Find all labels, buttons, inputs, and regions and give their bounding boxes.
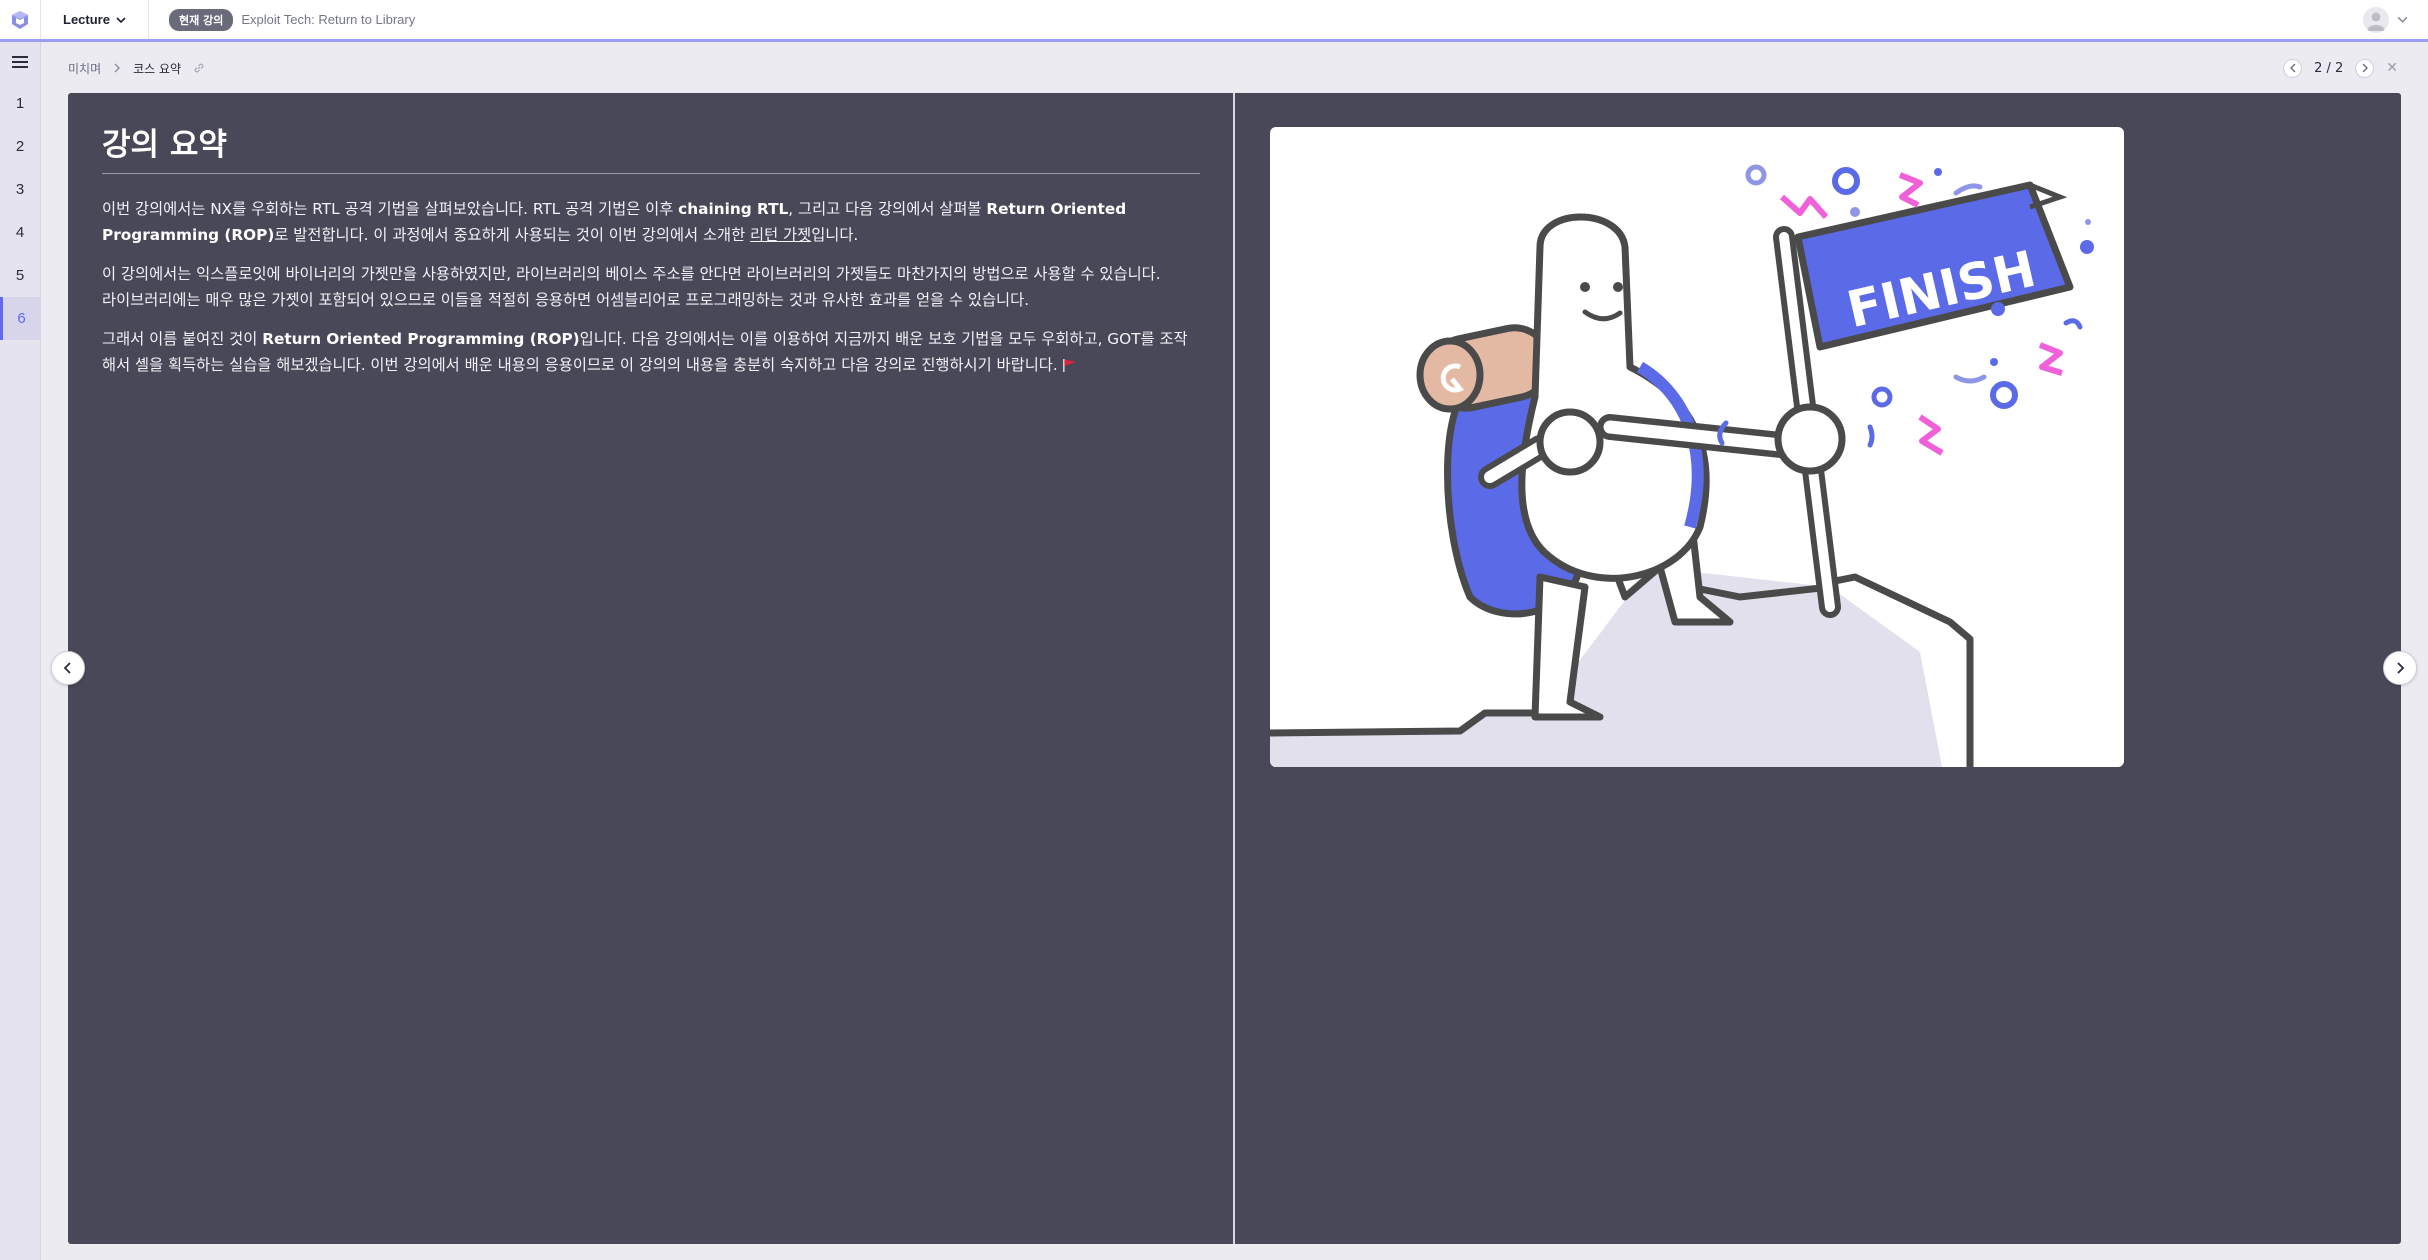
chevron-right-icon	[2397, 662, 2405, 674]
lecture-dropdown-label: Lecture	[63, 12, 110, 27]
prev-slide-button[interactable]	[51, 651, 85, 685]
top-bar: Lecture 현재 강의 Exploit Tech: Return to Li…	[0, 0, 2428, 42]
text-span: 이번 강의에서는 NX를 우회하는 RTL 공격 기법을 살펴보았습니다. RT…	[102, 200, 679, 218]
close-icon[interactable]: ✕	[2386, 60, 2398, 76]
slide-nav-rail: 1 2 3 4 5 6	[0, 42, 41, 1260]
breadcrumb: 미치며 코스 요약	[68, 58, 205, 78]
text-span: 그래서 이름 붙여진 것이	[102, 330, 263, 348]
summary-paragraph-3: 그래서 이름 붙여진 것이 Return Oriented Programmin…	[102, 326, 1200, 378]
text-span: 라이브러리에는 매우 많은 가젯이 포함되어 있으므로 이들을 적절히 응용하면…	[102, 291, 1030, 309]
red-flag-icon	[1062, 359, 1076, 372]
current-lecture-title: Exploit Tech: Return to Library	[241, 12, 416, 27]
hamburger-menu-icon	[12, 56, 28, 68]
rail-item-1[interactable]: 1	[0, 82, 40, 125]
finish-illustration: FINISH	[1270, 127, 2124, 767]
rail-item-4[interactable]: 4	[0, 211, 40, 254]
link-icon[interactable]	[193, 62, 205, 74]
rail-item-3[interactable]: 3	[0, 168, 40, 211]
text-bold: chaining RTL	[678, 200, 789, 218]
chevron-left-icon	[63, 662, 71, 674]
breadcrumb-item[interactable]: 미치며	[68, 60, 101, 77]
return-gadget-link[interactable]: 리턴 가젯	[750, 226, 811, 244]
logo[interactable]	[0, 0, 41, 39]
breadcrumb-current: 코스 요약	[133, 61, 182, 76]
user-icon	[2367, 12, 2385, 31]
chevron-left-icon	[2289, 63, 2296, 73]
chevron-down-icon	[2397, 16, 2408, 23]
lecture-dropdown[interactable]: Lecture	[41, 0, 149, 39]
text-span: 이 강의에서는 익스플로잇에 바이너리의 가젯만을 사용하였지만, 라이브러리의…	[102, 265, 1161, 283]
avatar	[2363, 6, 2389, 33]
text-span: 로 발전합니다. 이 과정에서 중요하게 사용되는 것이 이번 강의에서 소개한	[274, 226, 751, 244]
text-span: , 그리고 다음 강의에서 살펴볼	[788, 200, 987, 218]
text-span: 입니다.	[811, 226, 859, 244]
chevron-right-icon	[2362, 63, 2368, 73]
chevron-right-icon	[114, 63, 121, 73]
column-divider	[1233, 93, 1235, 1244]
slide-title: 강의 요약	[102, 123, 1200, 174]
page-navigator: 2 / 2 ✕	[2283, 57, 2398, 79]
next-slide-button[interactable]	[2383, 651, 2417, 685]
slide-panel: 강의 요약 이번 강의에서는 NX를 우회하는 RTL 공격 기법을 살펴보았습…	[68, 93, 2401, 1244]
page-indicator: 2 / 2	[2314, 60, 2344, 76]
summary-paragraph-2: 이 강의에서는 익스플로잇에 바이너리의 가젯만을 사용하였지만, 라이브러리의…	[102, 261, 1200, 313]
slide-text-column: 강의 요약 이번 강의에서는 NX를 우회하는 RTL 공격 기법을 살펴보았습…	[102, 123, 1200, 378]
current-lecture: 현재 강의 Exploit Tech: Return to Library	[169, 8, 416, 31]
dreamhack-cube-icon	[12, 10, 28, 29]
rail-item-6[interactable]: 6	[0, 297, 40, 340]
text-bold: Return Oriented Programming (ROP)	[262, 330, 580, 348]
prev-page-button[interactable]	[2283, 58, 2303, 78]
chevron-down-icon	[116, 16, 126, 23]
next-page-button[interactable]	[2355, 58, 2375, 78]
user-menu[interactable]	[2363, 0, 2408, 39]
rail-item-2[interactable]: 2	[0, 125, 40, 168]
summary-paragraph-1: 이번 강의에서는 NX를 우회하는 RTL 공격 기법을 살펴보았습니다. RT…	[102, 196, 1200, 248]
current-lecture-badge: 현재 강의	[169, 8, 234, 31]
hiker-with-finish-flag-illustration: FINISH	[1270, 164, 2094, 767]
menu-toggle[interactable]	[0, 42, 40, 82]
rail-item-5[interactable]: 5	[0, 254, 40, 297]
